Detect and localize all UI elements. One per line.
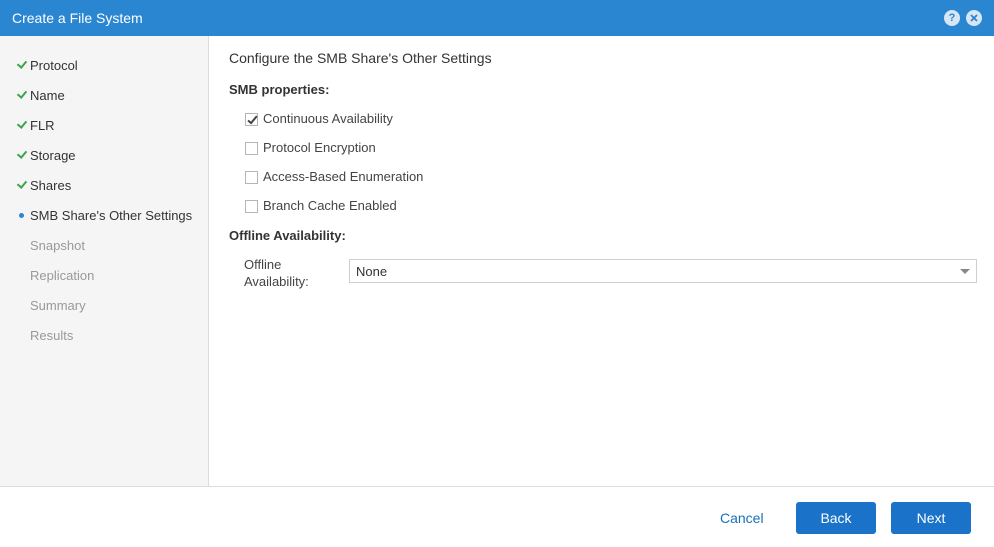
check-icon <box>16 58 28 72</box>
dialog-title: Create a File System <box>12 10 143 26</box>
step-label: SMB Share's Other Settings <box>30 208 193 223</box>
wizard-steps-sidebar: Protocol Name FLR Storage Shares SMB Sha… <box>0 36 209 486</box>
close-icon[interactable] <box>966 10 982 26</box>
step-results: Results <box>0 326 208 346</box>
create-file-system-dialog: Create a File System ? Protocol Name FLR… <box>0 0 994 547</box>
main-content: Configure the SMB Share's Other Settings… <box>209 36 994 486</box>
page-title: Configure the SMB Share's Other Settings <box>229 50 492 66</box>
step-label: Replication <box>30 268 95 283</box>
step-label: Results <box>30 328 74 343</box>
checkbox-box[interactable] <box>245 142 258 155</box>
step-snapshot: Snapshot <box>0 236 208 256</box>
step-label: FLR <box>30 118 55 133</box>
close-x-glyph <box>970 14 978 22</box>
step-label: Shares <box>30 178 72 193</box>
help-icon[interactable]: ? <box>944 10 960 26</box>
step-replication: Replication <box>0 266 208 286</box>
step-flr[interactable]: FLR <box>0 116 208 136</box>
step-label: Summary <box>30 298 86 313</box>
step-name[interactable]: Name <box>0 86 208 106</box>
step-protocol[interactable]: Protocol <box>0 56 208 76</box>
next-button[interactable]: Next <box>891 502 971 534</box>
step-storage[interactable]: Storage <box>0 146 208 166</box>
step-shares[interactable]: Shares <box>0 176 208 196</box>
checkbox-box[interactable] <box>245 200 258 213</box>
check-icon <box>16 178 28 192</box>
check-icon <box>16 118 28 132</box>
dialog-footer: Cancel Back Next <box>0 486 994 547</box>
checkbox-label: Continuous Availability <box>263 111 393 126</box>
checkbox-label: Branch Cache Enabled <box>263 198 397 213</box>
offline-availability-select[interactable]: None <box>349 259 977 283</box>
checkmark-icon <box>247 113 258 125</box>
current-step-dot-icon <box>16 208 26 222</box>
checkbox-label: Access-Based Enumeration <box>263 169 424 184</box>
smb-properties-heading: SMB properties: <box>229 82 330 97</box>
cancel-button[interactable]: Cancel <box>720 510 764 526</box>
selected-value: None <box>356 264 388 279</box>
step-label: Snapshot <box>30 238 85 253</box>
back-button[interactable]: Back <box>796 502 876 534</box>
checkbox-box[interactable] <box>245 171 258 184</box>
chevron-down-icon <box>960 269 970 274</box>
check-icon <box>16 88 28 102</box>
checkbox-box[interactable] <box>245 113 258 126</box>
step-label: Storage <box>30 148 76 163</box>
check-icon <box>16 148 28 162</box>
step-smb-other-settings[interactable]: SMB Share's Other Settings <box>0 206 208 226</box>
offline-availability-heading: Offline Availability: <box>229 228 346 243</box>
offline-availability-field-label: Offline Availability: <box>244 257 309 289</box>
step-label: Protocol <box>30 58 78 73</box>
checkbox-label: Protocol Encryption <box>263 140 376 155</box>
title-bar: Create a File System ? <box>0 0 994 36</box>
step-summary: Summary <box>0 296 208 316</box>
step-label: Name <box>30 88 65 103</box>
